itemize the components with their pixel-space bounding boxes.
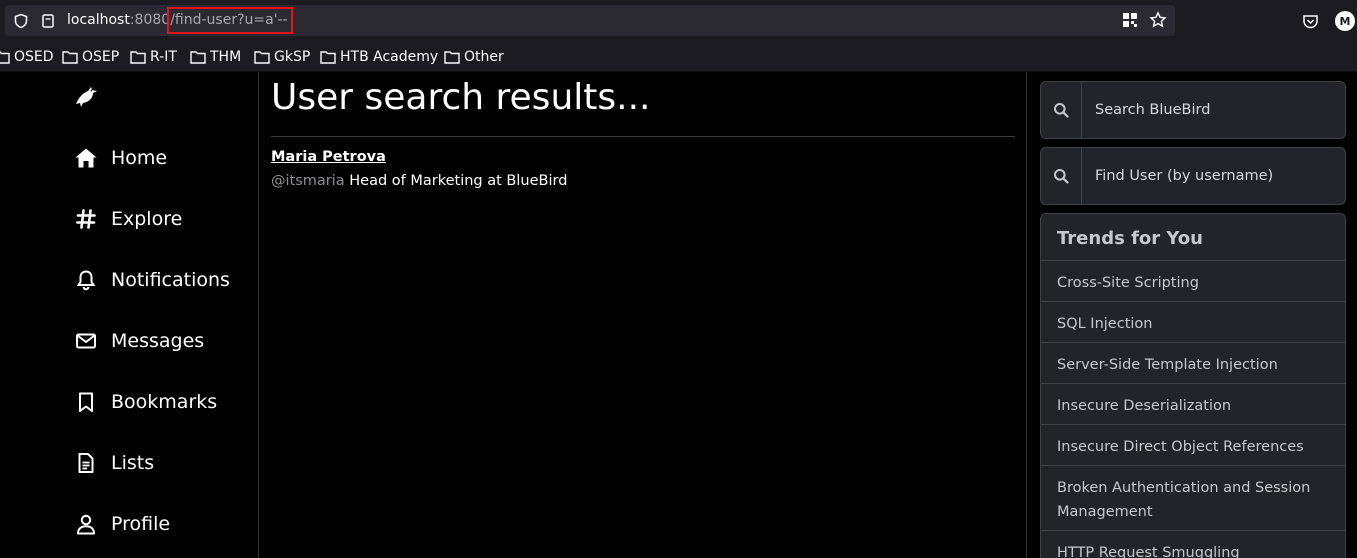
folder-icon (62, 51, 78, 64)
bookmark-star-icon[interactable] (1148, 10, 1168, 30)
nav-lists[interactable]: Lists (73, 448, 154, 478)
bookmark-label: Other (464, 49, 504, 65)
bookmark-folder-r-it[interactable]: R-IT (130, 48, 177, 66)
nav-profile[interactable]: Profile (73, 509, 170, 539)
search-icon[interactable] (1041, 82, 1082, 138)
bookmarks-bar: OSED OSEP R-IT THM GkSP HTB Academy Othe… (0, 42, 1357, 72)
find-user-box (1040, 147, 1346, 205)
folder-icon (444, 51, 460, 64)
nav-notifications[interactable]: Notifications (73, 265, 230, 295)
nav-label: Lists (111, 452, 155, 474)
title-divider (271, 136, 1015, 137)
hashtag-icon (73, 206, 99, 232)
list-document-icon (73, 450, 99, 476)
folder-icon (254, 51, 270, 64)
find-user-input[interactable] (1083, 148, 1345, 204)
bookmark-folder-gksp[interactable]: GkSP (254, 48, 310, 66)
page-title: User search results... (271, 77, 651, 118)
person-icon (73, 511, 99, 537)
bookmark-folder-htb-academy[interactable]: HTB Academy (320, 48, 438, 66)
nav-label: Home (111, 147, 168, 169)
user-result-handle: @itsmaria (271, 173, 345, 189)
search-bluebird-input[interactable] (1083, 82, 1345, 138)
bookmark-label: HTB Academy (340, 49, 439, 65)
folder-icon (0, 51, 10, 64)
qr-code-icon[interactable] (1120, 10, 1140, 30)
nav-label: Profile (111, 513, 171, 535)
search-icon[interactable] (1041, 148, 1082, 204)
trend-item[interactable]: Cross-Site Scripting (1041, 260, 1345, 301)
bookmark-folder-osed[interactable]: OSED (0, 48, 54, 66)
app-root: Home Explore Notifications Messages Book (0, 72, 1357, 558)
trend-item[interactable]: HTTP Request Smuggling (1041, 530, 1345, 558)
trend-item[interactable]: Server-Side Template Injection (1041, 342, 1345, 383)
user-result-name-link[interactable]: Maria Petrova (271, 149, 386, 165)
nav-explore[interactable]: Explore (73, 204, 182, 234)
envelope-icon (73, 328, 99, 354)
pocket-icon[interactable] (1300, 11, 1320, 31)
url-port: :8080 (129, 12, 171, 28)
nav-label: Messages (111, 330, 205, 352)
trends-title: Trends for You (1057, 228, 1203, 249)
search-bluebird-box (1040, 81, 1346, 139)
main-content: User search results... Maria Petrova @it… (259, 72, 1027, 558)
nav-messages[interactable]: Messages (73, 326, 204, 356)
bookmark-label: GkSP (274, 49, 311, 65)
nav-home[interactable]: Home (73, 143, 167, 173)
bookmark-label: THM (210, 49, 242, 65)
page-info-icon[interactable] (39, 12, 57, 30)
folder-icon (320, 51, 336, 64)
user-result-bio: Head of Marketing at BlueBird (349, 173, 568, 189)
left-sidebar: Home Explore Notifications Messages Book (0, 72, 259, 558)
bookmark-label: R-IT (150, 49, 177, 65)
bookmark-folder-other[interactable]: Other (444, 48, 504, 66)
account-avatar[interactable]: M (1335, 11, 1355, 31)
right-sidebar: Trends for You Cross-Site Scripting SQL … (1040, 72, 1346, 558)
browser-toolbar: localhost:8080/find-user?u=a'-- M (0, 0, 1357, 42)
shield-icon[interactable] (12, 12, 30, 30)
trend-item[interactable]: Insecure Deserialization (1041, 383, 1345, 424)
folder-icon (130, 51, 146, 64)
url-host: localhost (67, 12, 130, 28)
bookmark-folder-thm[interactable]: THM (190, 48, 241, 66)
bookmark-icon (73, 389, 99, 415)
nav-bookmarks[interactable]: Bookmarks (73, 387, 217, 417)
trend-item[interactable]: SQL Injection (1041, 301, 1345, 342)
bookmark-label: OSED (14, 49, 54, 65)
bell-icon (73, 267, 99, 293)
home-icon (73, 145, 99, 171)
url-path-highlight (167, 7, 293, 34)
bookmark-label: OSEP (82, 49, 120, 65)
nav-label: Notifications (111, 269, 230, 291)
bluebird-logo-icon[interactable] (73, 84, 99, 108)
user-result-meta: @itsmaria Head of Marketing at BlueBird (271, 173, 567, 189)
nav-label: Bookmarks (111, 391, 218, 413)
nav-label: Explore (111, 208, 183, 230)
bookmark-folder-osep[interactable]: OSEP (62, 48, 119, 66)
trends-panel: Trends for You Cross-Site Scripting SQL … (1040, 213, 1346, 558)
trend-item[interactable]: Insecure Direct Object References (1041, 424, 1345, 465)
trend-item[interactable]: Broken Authentication and Session Manage… (1041, 465, 1345, 530)
folder-icon (190, 51, 206, 64)
